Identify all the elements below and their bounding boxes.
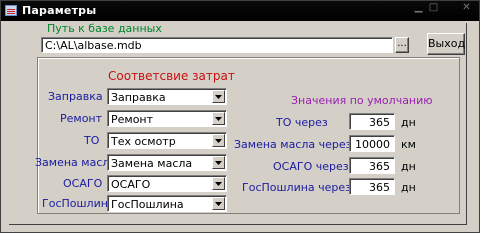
settings-group: Соответсвие затрат Заправка Заправка Рем…	[35, 57, 460, 214]
chevron-down-icon[interactable]	[212, 197, 225, 210]
default-input-state-fee[interactable]: 365	[349, 178, 395, 195]
parameters-window: Параметры ▁ □ ✕ Путь к базе данных C:\AL…	[0, 0, 480, 233]
cost-select-state-fee[interactable]: ГосПошлина	[107, 195, 227, 212]
db-path-label: Путь к базе данных	[47, 22, 162, 35]
cost-select-fuel[interactable]: Заправка	[107, 88, 227, 105]
default-unit-state-fee: дн	[401, 181, 416, 194]
cost-select-insurance[interactable]: ОСАГО	[107, 175, 227, 192]
window-title: Параметры	[22, 4, 97, 17]
default-label-oil-change: Замена масла через	[234, 138, 352, 151]
default-input-insurance[interactable]: 365	[349, 157, 395, 174]
db-path-input[interactable]: C:\AL\albase.mdb	[41, 37, 393, 53]
cost-label-insurance: ОСАГО	[63, 177, 103, 190]
minimize-icon[interactable]: ▁	[413, 2, 424, 13]
form-icon	[5, 5, 17, 16]
cost-label-state-fee: ГосПошлина	[42, 197, 115, 210]
title-bar[interactable]: Параметры ▁ □ ✕	[1, 1, 479, 21]
default-unit-maintenance: дн	[401, 116, 416, 129]
default-input-oil-change[interactable]: 10000	[349, 135, 395, 152]
default-input-maintenance[interactable]: 365	[349, 113, 395, 130]
defaults-heading: Значения по умолчанию	[291, 94, 433, 107]
cost-select-repair[interactable]: Ремонт	[107, 110, 227, 127]
exit-button[interactable]: Выход	[427, 33, 465, 55]
default-label-state-fee: ГосПошлина через	[242, 181, 352, 194]
cost-label-fuel: Заправка	[48, 90, 103, 103]
chevron-down-icon[interactable]	[212, 134, 225, 147]
default-unit-insurance: дн	[401, 160, 416, 173]
cost-label-maintenance: ТО	[84, 134, 100, 147]
cost-label-repair: Ремонт	[60, 112, 103, 125]
default-label-maintenance: ТО через	[276, 116, 328, 129]
default-label-insurance: ОСАГО через	[273, 160, 349, 173]
chevron-down-icon[interactable]	[212, 112, 225, 125]
chevron-down-icon[interactable]	[212, 177, 225, 190]
chevron-down-icon[interactable]	[212, 156, 225, 169]
cost-select-maintenance[interactable]: Тех осмотр	[107, 132, 227, 149]
cost-select-oil-change[interactable]: Замена масла	[107, 154, 227, 171]
default-unit-oil-change: км	[401, 138, 416, 151]
browse-button[interactable]: ...	[395, 37, 409, 53]
costs-heading: Соответсвие затрат	[108, 69, 235, 83]
maximize-icon[interactable]: □	[428, 2, 439, 13]
close-icon[interactable]: ✕	[461, 2, 472, 13]
chevron-down-icon[interactable]	[212, 90, 225, 103]
cost-label-oil-change: Замена масла	[35, 156, 117, 169]
